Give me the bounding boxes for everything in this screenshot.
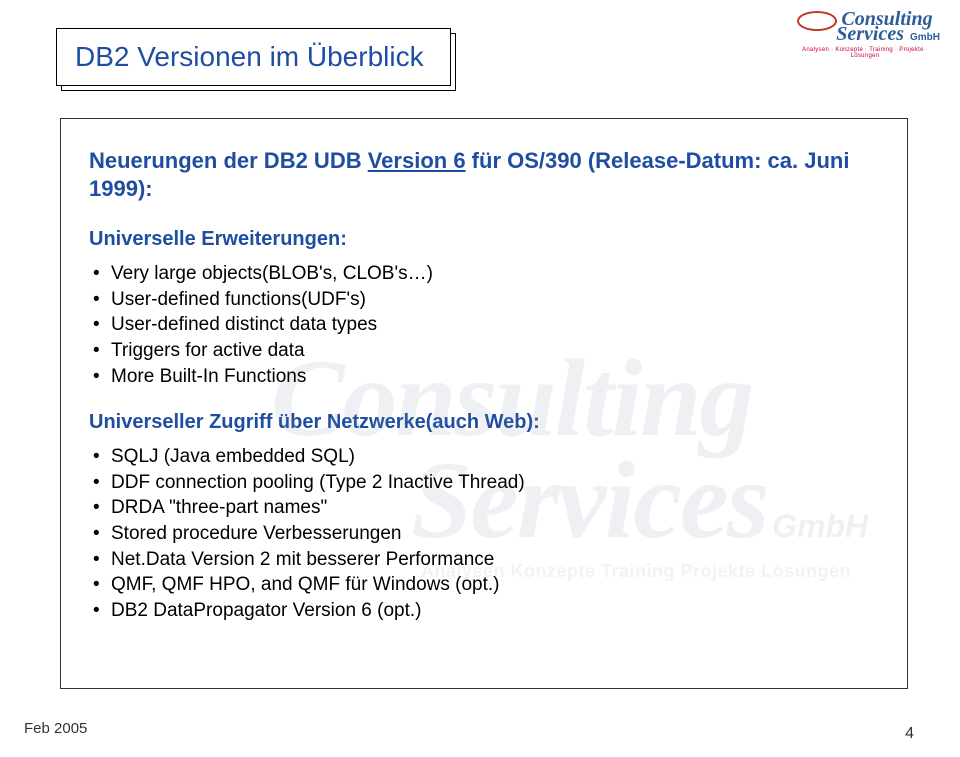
list-item: DRDA "three-part names" [93, 495, 879, 521]
list-item: User-defined functions(UDF's) [93, 287, 879, 313]
list-item: More Built-In Functions [93, 364, 879, 390]
slide: Consulting Services GmbH Analysen · Konz… [0, 0, 960, 757]
list-item: Triggers for active data [93, 338, 879, 364]
list-item: Stored procedure Verbesserungen [93, 521, 879, 547]
logo-ellipse-icon [797, 11, 837, 31]
content-box: Consulting Services GmbH Analysen Konzep… [60, 118, 908, 689]
list-item: SQLJ (Java embedded SQL) [93, 444, 879, 470]
logo-gmbh: GmbH [910, 32, 940, 43]
slide-subtitle: Neuerungen der DB2 UDB Version 6 für OS/… [89, 147, 879, 202]
list-item: Very large objects(BLOB's, CLOB's…) [93, 261, 879, 287]
list-item: QMF, QMF HPO, and QMF für Windows (opt.) [93, 572, 879, 598]
list-item: DB2 DataPropagator Version 6 (opt.) [93, 598, 879, 624]
list-item: User-defined distinct data types [93, 312, 879, 338]
list-item: Net.Data Version 2 mit besserer Performa… [93, 547, 879, 573]
list-item: DDF connection pooling (Type 2 Inactive … [93, 470, 879, 496]
section2-list: SQLJ (Java embedded SQL) DDF connection … [93, 444, 879, 623]
section1-list: Very large objects(BLOB's, CLOB's…) User… [93, 261, 879, 389]
section1-heading: Universelle Erweiterungen: [89, 228, 879, 251]
section2-heading: Universeller Zugriff über Netzwerke(auch… [89, 411, 879, 434]
logo-tagline: Analysen · Konzepte · Training · Projekt… [790, 47, 940, 59]
title-box: DB2 Versionen im Überblick [56, 28, 451, 86]
company-logo: Consulting Services GmbH Analysen · Konz… [790, 10, 940, 59]
subtitle-prefix: Neuerungen der DB2 UDB [89, 148, 368, 173]
subtitle-version: Version 6 [368, 148, 466, 173]
footer-page-number: 4 [905, 725, 914, 743]
logo-services: Services [836, 23, 904, 46]
footer-date: Feb 2005 [24, 720, 87, 737]
slide-title: DB2 Versionen im Überblick [75, 41, 424, 73]
